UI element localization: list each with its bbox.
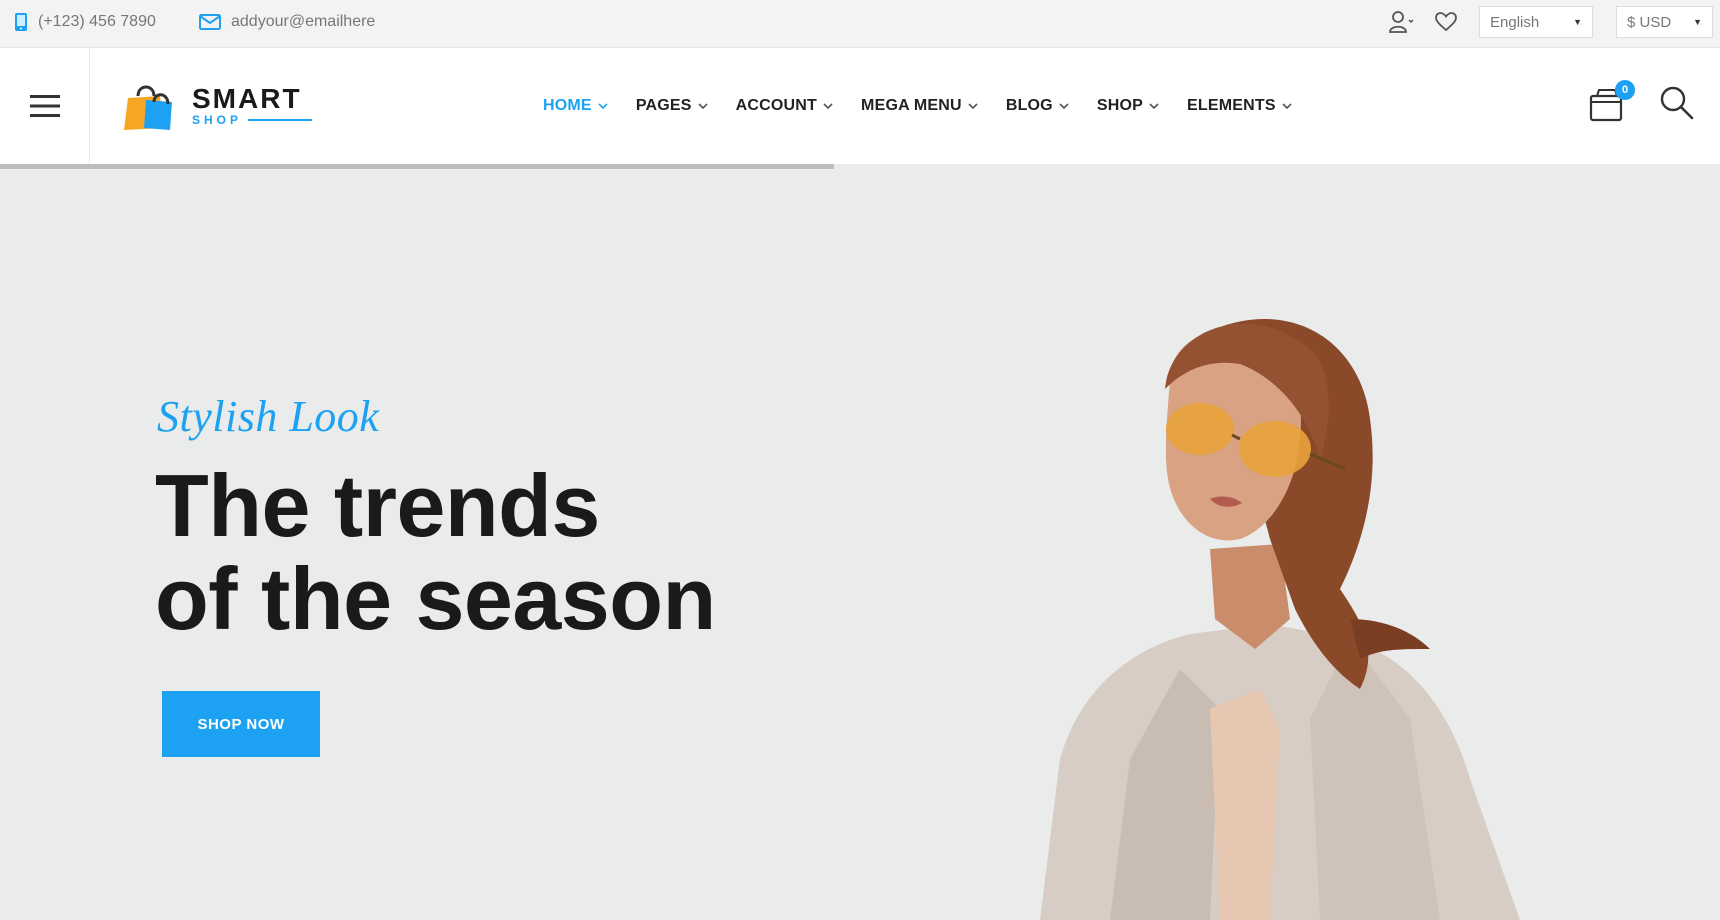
- chevron-down-icon: [598, 102, 608, 109]
- email-address: addyour@emailhere: [231, 13, 376, 30]
- nav-item-account[interactable]: ACCOUNT: [736, 97, 833, 115]
- currency-select[interactable]: $ USD ▼: [1616, 6, 1713, 38]
- language-select[interactable]: English ▼: [1479, 6, 1593, 38]
- currency-value: $ USD: [1627, 13, 1672, 31]
- nav-label: PAGES: [635, 97, 692, 114]
- account-button[interactable]: [1389, 11, 1415, 33]
- hero-title-line-1: The trends: [155, 456, 600, 555]
- hero-slider: Stylish Look The trends of the season SH…: [0, 169, 1720, 920]
- user-icon: [1389, 11, 1414, 33]
- heart-icon: [1435, 12, 1457, 32]
- nav-label: BLOG: [1005, 97, 1053, 114]
- menu-toggle-button[interactable]: [0, 48, 90, 164]
- main-nav: HOME PAGES ACCOUNT MEGA MENU BLOG SHOP E…: [543, 48, 1320, 164]
- nav-label: HOME: [543, 97, 592, 114]
- chevron-down-icon: [1282, 102, 1292, 109]
- hero-subtitle: Stylish Look: [157, 392, 380, 441]
- nav-item-shop[interactable]: SHOP: [1097, 97, 1159, 115]
- site-logo[interactable]: SMART SHOP: [120, 76, 313, 136]
- nav-item-elements[interactable]: ELEMENTS: [1187, 97, 1292, 115]
- logo-underline: [248, 119, 313, 121]
- language-value: English: [1490, 13, 1540, 31]
- hero-model-image: [1040, 319, 1520, 920]
- hero-title-line-2: of the season: [155, 549, 716, 648]
- main-header: SMART SHOP HOME PAGES ACCOUNT MEGA MENU …: [0, 48, 1720, 164]
- caret-down-icon: ▼: [1573, 17, 1582, 27]
- nav-item-blog[interactable]: BLOG: [1006, 97, 1069, 115]
- shop-now-button[interactable]: SHOP NOW: [162, 691, 320, 757]
- top-right-tools: English ▼ $ USD ▼: [1389, 0, 1720, 44]
- chevron-down-icon: [698, 102, 708, 109]
- email-contact[interactable]: addyour@emailhere: [199, 0, 375, 44]
- chevron-down-icon: [1149, 102, 1159, 109]
- shopping-bag-logo-icon: [124, 85, 172, 130]
- caret-down-icon: ▼: [1693, 17, 1702, 27]
- search-icon: [1660, 86, 1694, 120]
- nav-item-pages[interactable]: PAGES: [636, 97, 708, 115]
- nav-item-mega-menu[interactable]: MEGA MENU: [861, 97, 978, 115]
- logo-wordmark: SMART SHOP: [192, 83, 313, 127]
- nav-label: ELEMENTS: [1187, 97, 1276, 114]
- chevron-down-icon: [968, 102, 978, 109]
- logo-sub-text: SHOP: [192, 113, 313, 127]
- chevron-down-icon: [823, 102, 833, 109]
- phone-contact[interactable]: (+123) 456 7890: [14, 0, 156, 44]
- nav-label: ACCOUNT: [735, 97, 818, 114]
- hero-title: The trends of the season: [155, 459, 855, 645]
- nav-label: SHOP: [1096, 97, 1143, 114]
- nav-label: MEGA MENU: [861, 97, 962, 114]
- logo-sub-label: SHOP: [192, 113, 243, 127]
- wishlist-button[interactable]: [1435, 12, 1457, 32]
- phone-number: (+123) 456 7890: [38, 13, 156, 30]
- cart-button[interactable]: 0: [1587, 80, 1635, 128]
- top-bar: (+123) 456 7890 addyour@emailhere Englis…: [0, 0, 1720, 48]
- chevron-down-icon: [1059, 102, 1069, 109]
- hamburger-icon: [29, 95, 60, 117]
- phone-icon: [15, 13, 27, 31]
- nav-item-home[interactable]: HOME: [543, 97, 608, 115]
- logo-main-text: SMART: [192, 83, 302, 114]
- search-button[interactable]: [1658, 84, 1698, 124]
- mail-icon: [199, 14, 221, 30]
- cart-count-badge: 0: [1615, 80, 1635, 100]
